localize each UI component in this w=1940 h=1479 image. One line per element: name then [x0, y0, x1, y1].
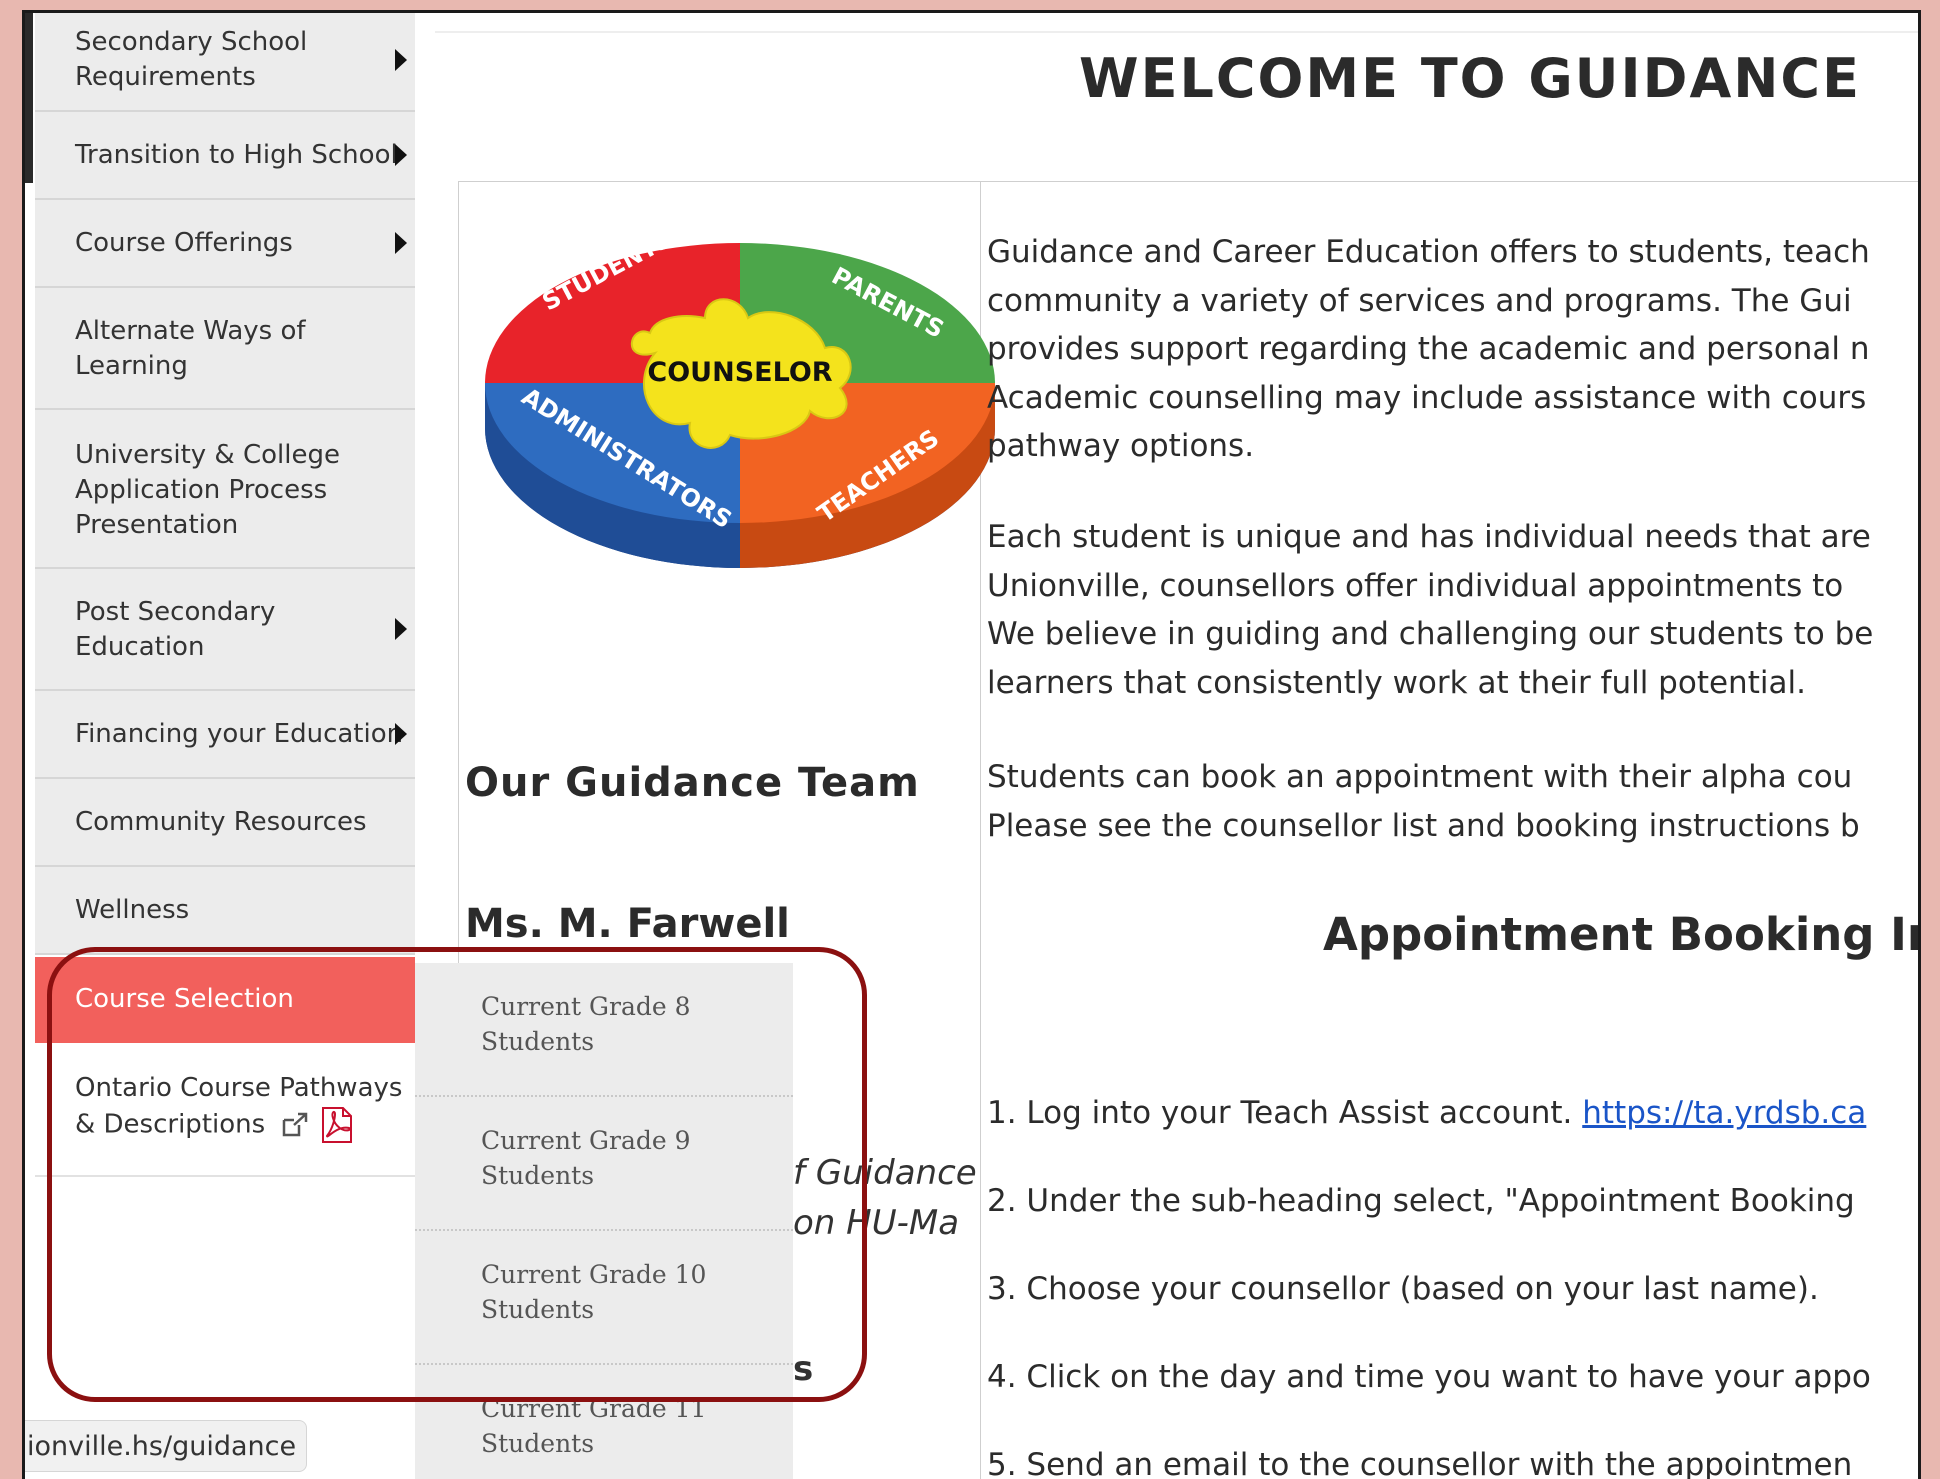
sidebar-item-label: Course Selection [75, 984, 294, 1014]
sidebar-item-label: Secondary School [75, 27, 308, 57]
sidebar-item-alternate-ways-of-learning[interactable]: Alternate Ways of Learning [35, 288, 415, 410]
step-5: 5. Send an email to the counsellor with … [987, 1447, 1853, 1479]
submenu-item-grade-8[interactable]: Current Grade 8 Students [415, 963, 793, 1097]
sidebar-item-post-secondary-education[interactable]: Post Secondary Education [35, 569, 415, 691]
sidebar-item-label: Course Offerings [75, 228, 293, 258]
paragraph-line: Unionville, counsellors offer individual… [987, 567, 1844, 604]
teach-assist-link[interactable]: https://ta.yrdsb.ca [1582, 1095, 1866, 1131]
submenu-item-label: Students [481, 1161, 595, 1190]
sidebar-item-label: Alternate Ways of [75, 316, 306, 346]
submenu-item-label: Students [481, 1429, 595, 1458]
submenu-arrow-icon [395, 144, 407, 166]
paragraph-line: learners that consistently work at their… [987, 664, 1806, 701]
sidebar-item-label: Ontario Course Pathways [75, 1073, 403, 1103]
submenu-arrow-icon [395, 723, 407, 745]
step-text: 1. Log into your Teach Assist account. [987, 1095, 1583, 1131]
submenu-item-label: Students [481, 1295, 595, 1324]
sidebar-item-course-selection[interactable]: Course Selection [35, 957, 415, 1043]
sidebar-item-financing-your-education[interactable]: Financing your Education [35, 691, 415, 779]
sidebar-item-label: Presentation [75, 510, 239, 540]
submenu-item-grade-9[interactable]: Current Grade 9 Students [415, 1097, 793, 1231]
sidebar-item-label: Community Resources [75, 807, 367, 837]
browser-viewport: Secondary School Requirements Transition… [22, 10, 1921, 1479]
paragraph-line: pathway options. [987, 428, 1255, 464]
paragraph-line: Each student is unique and has individua… [987, 519, 1871, 555]
paragraph-line: We believe in guiding and challenging ou… [987, 616, 1874, 652]
intro-paragraph: Guidance and Career Education offers to … [987, 228, 1918, 471]
status-bar-url: ionville.hs/guidance [25, 1420, 307, 1472]
sidebar-item-label: Transition to High School [75, 140, 398, 170]
sidebar-item-wellness[interactable]: Wellness [35, 867, 415, 955]
booking-paragraph: Students can book an appointment with th… [987, 753, 1918, 850]
submenu-item-label: Current Grade 11 [481, 1394, 707, 1423]
sidebar-item-label: University & College [75, 440, 340, 470]
submenu-item-label: Current Grade 9 [481, 1126, 691, 1155]
submenu-item-label: Students [481, 1027, 595, 1056]
external-link-icon [283, 1112, 308, 1137]
sidebar-item-label: Financing your Education [75, 719, 404, 749]
paragraph-line: community a variety of services and prog… [987, 282, 1852, 319]
step-2: 2. Under the sub-heading select, "Appoin… [987, 1183, 1855, 1219]
sidebar-item-transition-to-high-school[interactable]: Transition to High School [35, 112, 415, 200]
sidebar-item-label: & Descriptions [75, 1109, 266, 1140]
paragraph-line: provides support regarding the academic … [987, 331, 1870, 367]
submenu-item-grade-10[interactable]: Current Grade 10 Students [415, 1231, 793, 1365]
paragraph-line: Students can book an appointment with th… [987, 759, 1853, 795]
step-3: 3. Choose your counsellor (based on your… [987, 1271, 1819, 1307]
course-selection-submenu: Current Grade 8 Students Current Grade 9… [415, 963, 793, 1479]
instructions-heading: Appointment Booking Inst [1323, 908, 1921, 961]
paragraph-line: Guidance and Career Education offers to … [987, 234, 1870, 270]
counselor-name: Ms. M. Farwell [465, 901, 790, 947]
sidebar-item-course-offerings[interactable]: Course Offerings [35, 200, 415, 288]
team-heading: Our Guidance Team [465, 760, 920, 806]
needs-paragraph: Each student is unique and has individua… [987, 513, 1918, 707]
partially-hidden-text: f Guidance [793, 1153, 977, 1193]
counselor-puzzle-logo: COUNSELOR STUDENTS PARENTS ADMINISTRATOR… [485, 224, 995, 568]
submenu-arrow-icon [395, 232, 407, 254]
paragraph-line: Please see the counsellor list and booki… [987, 807, 1860, 844]
step-4: 4. Click on the day and time you want to… [987, 1359, 1871, 1395]
sidebar-item-label: Learning [75, 351, 188, 381]
submenu-item-label: Current Grade 8 [481, 992, 691, 1021]
submenu-item-grade-11[interactable]: Current Grade 11 Students [415, 1365, 793, 1479]
logo-center-label: COUNSELOR [647, 357, 832, 388]
sidebar-item-label: Post Secondary [75, 597, 276, 627]
paragraph-line: Academic counselling may include assista… [987, 379, 1867, 416]
submenu-arrow-icon [395, 49, 407, 71]
step-1: 1. Log into your Teach Assist account. h… [987, 1095, 1866, 1131]
sidebar-item-label: Wellness [75, 895, 190, 925]
sidebar-item-label: Application Process [75, 475, 328, 505]
left-edge [25, 13, 33, 183]
sidebar-item-label: Education [75, 632, 205, 662]
page-title: WELCOME TO GUIDANCE [1079, 47, 1861, 110]
sidebar-item-label: Requirements [75, 62, 256, 92]
pdf-icon [322, 1107, 353, 1143]
top-rule [435, 31, 1918, 33]
sidebar-item-secondary-school-requirements[interactable]: Secondary School Requirements [35, 13, 415, 112]
submenu-item-label: Current Grade 10 [481, 1260, 707, 1289]
sidebar-item-community-resources[interactable]: Community Resources [35, 779, 415, 867]
partially-hidden-text: s [793, 1349, 814, 1389]
sidebar-item-ontario-course-pathways[interactable]: Ontario Course Pathways & Descriptions [35, 1043, 415, 1177]
submenu-arrow-icon [395, 618, 407, 640]
partially-hidden-text: on HU-Ma [793, 1203, 960, 1243]
sidebar-item-application-presentation[interactable]: University & College Application Process… [35, 410, 415, 569]
